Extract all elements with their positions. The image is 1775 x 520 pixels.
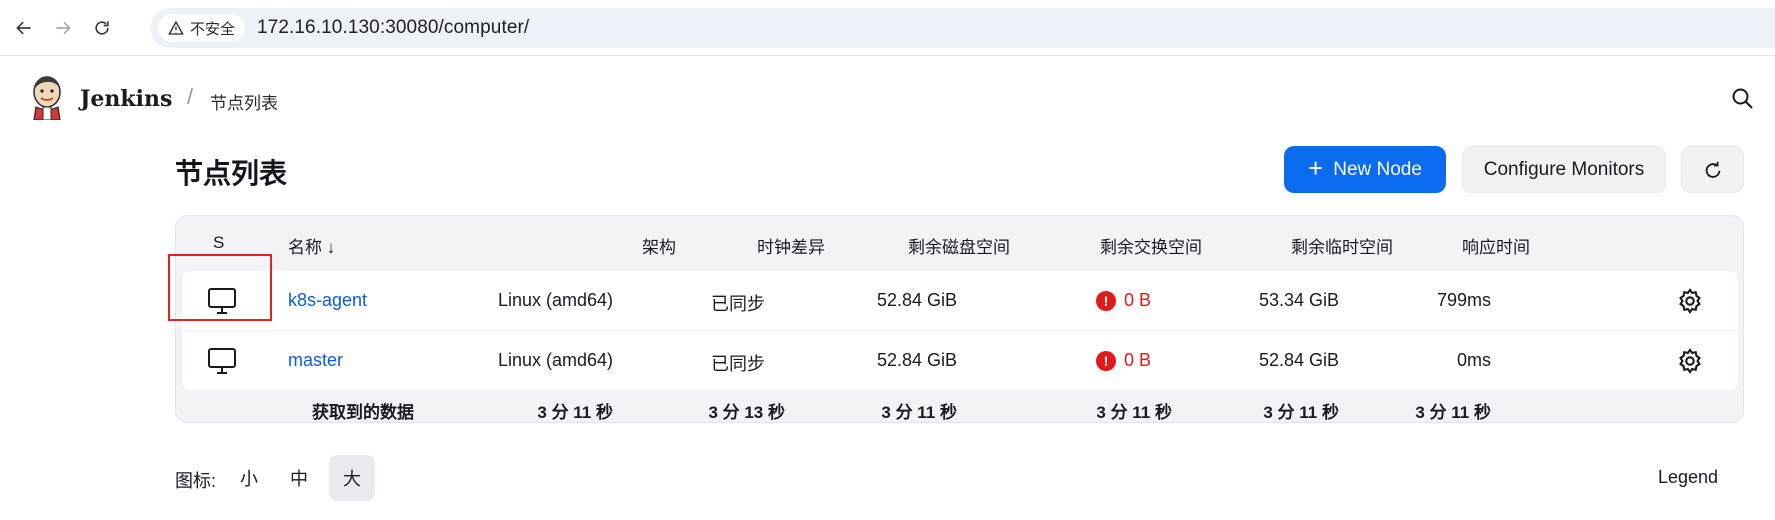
clock-value: 已同步 bbox=[711, 354, 765, 374]
footer-arch: 3 分 11 秒 bbox=[537, 403, 613, 422]
arch-value: Linux (amd64) bbox=[497, 290, 613, 310]
warning-icon bbox=[168, 20, 184, 35]
legend-link[interactable]: Legend bbox=[1658, 467, 1718, 488]
swap-value: 0 B bbox=[1124, 350, 1152, 370]
header-name[interactable]: 名称 ↓ bbox=[288, 233, 335, 258]
footer-label: 获取到的数据 bbox=[312, 403, 414, 422]
icon-size-large[interactable]: 大 bbox=[329, 455, 375, 501]
temp-value: 53.34 GiB bbox=[1258, 290, 1339, 310]
footer-clock: 3 分 13 秒 bbox=[708, 403, 785, 422]
search-icon[interactable] bbox=[1730, 86, 1754, 110]
configure-monitors-button[interactable]: Configure Monitors bbox=[1462, 146, 1666, 193]
footer-disk: 3 分 11 秒 bbox=[881, 403, 957, 422]
breadcrumb-separator: / bbox=[187, 84, 194, 109]
refresh-icon bbox=[1705, 161, 1720, 178]
icon-size-label: 图标: bbox=[175, 471, 217, 491]
plus-icon: + bbox=[1308, 153, 1324, 183]
browser-toolbar: 不安全 172.16.10.130:30080/computer/ bbox=[0, 0, 1775, 56]
header-disk[interactable]: 剩余磁盘空间 bbox=[884, 233, 1034, 258]
reload-icon[interactable] bbox=[88, 14, 116, 42]
refresh-button[interactable] bbox=[1681, 146, 1744, 193]
security-label: 不安全 bbox=[190, 20, 236, 38]
header-arch[interactable]: 架构 bbox=[589, 233, 729, 258]
arch-value: Linux (amd64) bbox=[497, 350, 613, 370]
response-value: 799ms bbox=[1436, 290, 1491, 310]
icon-size-small[interactable]: 小 bbox=[226, 455, 272, 501]
temp-value: 52.84 GiB bbox=[1258, 350, 1339, 370]
icon-size-medium[interactable]: 中 bbox=[276, 455, 322, 501]
back-icon[interactable] bbox=[10, 14, 38, 42]
page-title: 节点列表 bbox=[175, 158, 288, 189]
computer-icon bbox=[208, 348, 236, 374]
header-swap[interactable]: 剩余交换空间 bbox=[1076, 233, 1226, 258]
computer-icon bbox=[208, 288, 236, 314]
header-temp[interactable]: 剩余临时空间 bbox=[1267, 233, 1417, 258]
brand-name[interactable]: Jenkins bbox=[80, 86, 172, 112]
footer-temp: 3 分 11 秒 bbox=[1263, 403, 1339, 422]
header-response[interactable]: 响应时间 bbox=[1426, 233, 1566, 258]
table-row: master Linux (amd64) 已同步 52.84 GiB ! 0 B… bbox=[182, 331, 1738, 390]
response-value: 0ms bbox=[1456, 350, 1491, 370]
clock-value: 已同步 bbox=[711, 294, 765, 314]
footer-response: 3 分 11 秒 bbox=[1415, 403, 1491, 422]
nodes-table: S 名称 ↓ 架构 时钟差异 剩余磁盘空间 剩余交换空间 剩余临时空间 响应时间… bbox=[175, 215, 1744, 423]
node-name-link[interactable]: k8s-agent bbox=[288, 290, 367, 311]
disk-value: 52.84 GiB bbox=[876, 350, 957, 370]
error-icon: ! bbox=[1096, 291, 1116, 311]
header-status: S bbox=[213, 233, 225, 252]
error-icon: ! bbox=[1096, 351, 1116, 371]
forward-icon[interactable] bbox=[49, 14, 77, 42]
new-node-button[interactable]: + New Node bbox=[1284, 146, 1446, 193]
jenkins-header: Jenkins / 节点列表 bbox=[0, 56, 1775, 140]
disk-value: 52.84 GiB bbox=[876, 290, 957, 310]
footer-swap: 3 分 11 秒 bbox=[1096, 403, 1172, 422]
url-text[interactable]: 172.16.10.130:30080/computer/ bbox=[257, 17, 529, 39]
breadcrumb-current[interactable]: 节点列表 bbox=[210, 89, 278, 114]
gear-icon[interactable] bbox=[1676, 347, 1704, 375]
security-chip[interactable]: 不安全 bbox=[158, 14, 246, 42]
jenkins-logo-icon[interactable] bbox=[30, 74, 64, 120]
gear-icon[interactable] bbox=[1676, 287, 1704, 315]
address-bar[interactable]: 不安全 172.16.10.130:30080/computer/ bbox=[150, 8, 1775, 48]
table-row: k8s-agent Linux (amd64) 已同步 52.84 GiB ! … bbox=[182, 271, 1738, 330]
node-name-link[interactable]: master bbox=[288, 350, 343, 371]
swap-value: 0 B bbox=[1124, 290, 1152, 310]
header-clock[interactable]: 时钟差异 bbox=[721, 233, 861, 258]
new-node-label: New Node bbox=[1333, 158, 1422, 180]
